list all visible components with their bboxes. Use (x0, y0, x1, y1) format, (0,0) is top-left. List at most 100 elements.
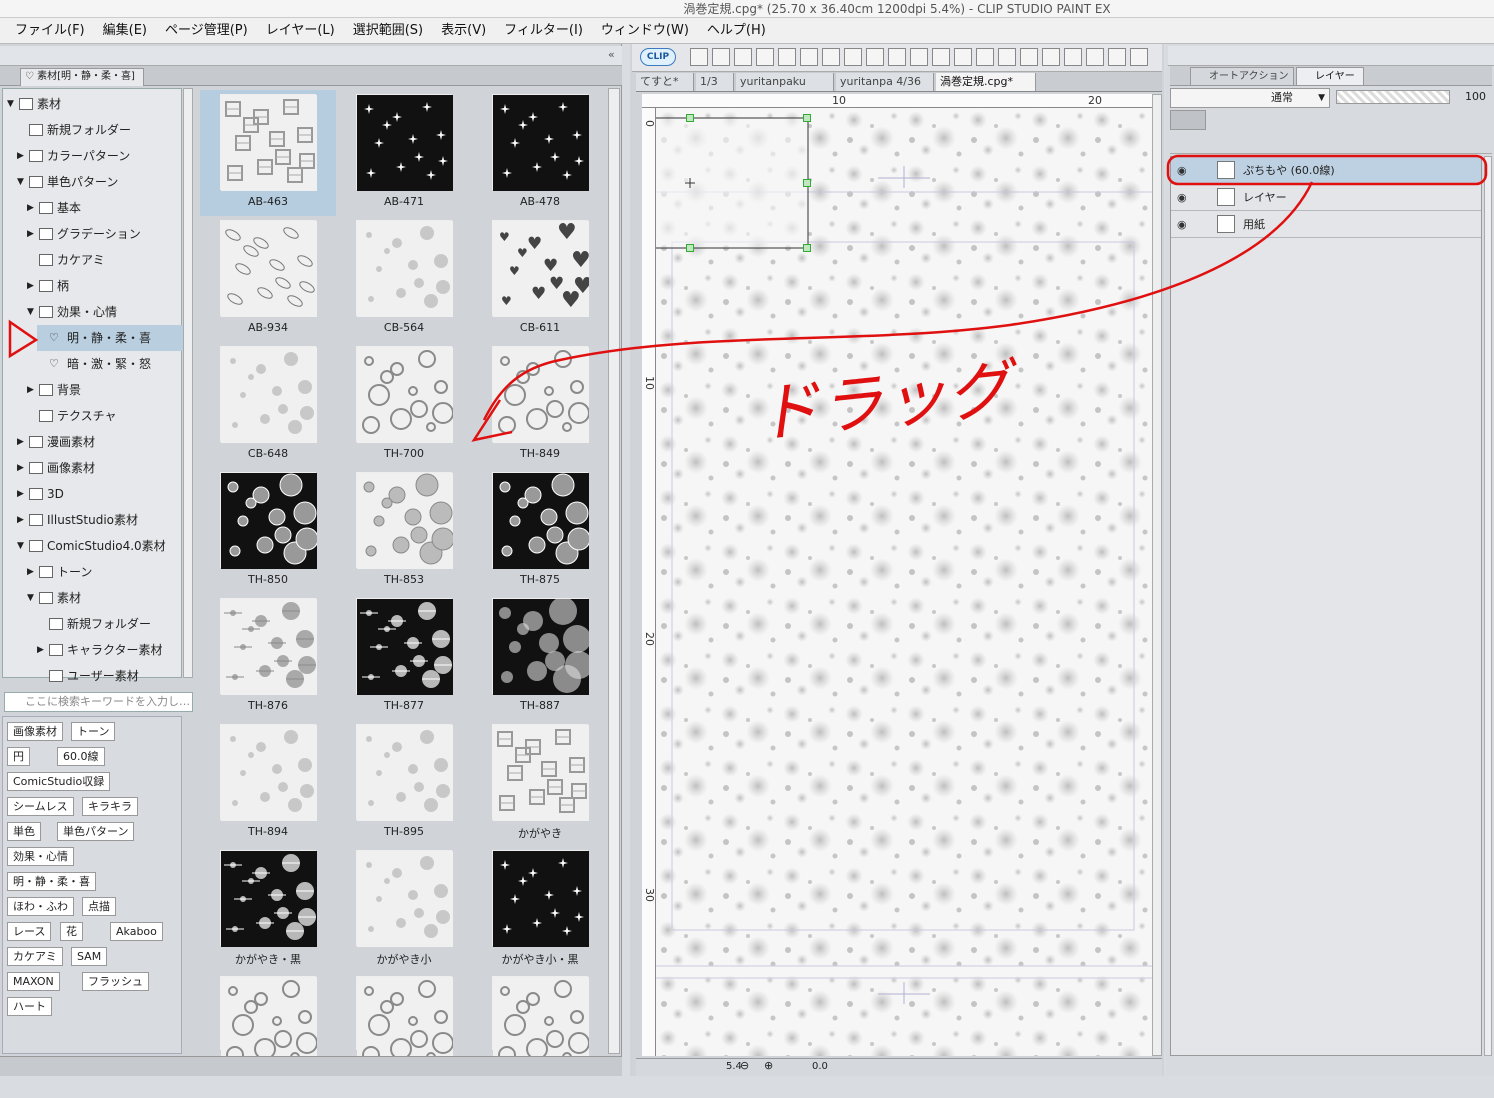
visibility-eye-icon[interactable]: ◉ (1177, 157, 1187, 184)
expand-right-icon[interactable]: ▶ (17, 143, 29, 169)
menu-item[interactable]: 編集(E) (94, 18, 156, 44)
material-thumbnail[interactable]: TH-876 (200, 594, 336, 720)
material-thumbnail[interactable]: TH-853 (336, 468, 472, 594)
opacity-value[interactable]: 100 (1452, 89, 1486, 105)
menu-item[interactable]: 選択範囲(S) (344, 18, 432, 44)
tag-button[interactable]: 画像素材 (7, 722, 63, 741)
command-button[interactable] (1042, 48, 1060, 66)
material-thumbnail[interactable]: TH-887 (472, 594, 608, 720)
tag-button[interactable]: MAXON (7, 972, 60, 991)
command-button[interactable] (1130, 48, 1148, 66)
material-thumbnail[interactable]: ♥ ♥ ♥ ♥ ♥ ♥ ♥ ♥ ♥ ♥ ♥ ♥ CB-611 (472, 216, 608, 342)
clip-logo-icon[interactable]: CLIP (640, 48, 676, 66)
tree-item[interactable]: ♡ 明・静・柔・喜 (37, 325, 183, 351)
material-thumbnail[interactable]: AB-463 (200, 90, 336, 216)
material-thumbnail[interactable] (472, 972, 608, 1098)
expand-down-icon[interactable]: ▼ (17, 169, 29, 195)
document-tab[interactable]: yuritanpa 4/36 (836, 73, 934, 91)
material-thumbnail[interactable]: AB-478 (472, 90, 608, 216)
command-button[interactable] (778, 48, 796, 66)
command-button[interactable] (910, 48, 928, 66)
tag-button[interactable]: キラキラ (82, 797, 138, 816)
expand-right-icon[interactable]: ▶ (27, 195, 39, 221)
tag-button[interactable]: 60.0線 (57, 747, 105, 766)
menu-item[interactable]: 表示(V) (432, 18, 495, 44)
expand-right-icon[interactable]: ▶ (27, 559, 39, 585)
layer-row[interactable]: ◉ ぷちもや (60.0線) (1171, 157, 1481, 184)
tree-item[interactable]: ▶ カラーパターン (17, 143, 183, 169)
tree-item[interactable]: 新規フォルダー (37, 611, 183, 637)
material-thumbnail[interactable] (336, 972, 472, 1098)
layer-row[interactable]: ◉ レイヤー (1171, 184, 1481, 211)
command-button[interactable] (712, 48, 730, 66)
opacity-slider[interactable] (1336, 90, 1450, 104)
expand-right-icon[interactable]: ▶ (17, 481, 29, 507)
tag-button[interactable]: 明・静・柔・喜 (7, 872, 96, 891)
tree-item[interactable]: ▼ 素材 (7, 91, 183, 117)
tag-button[interactable]: SAM (71, 947, 108, 966)
material-thumbnail[interactable]: かがやき・黒 (200, 846, 336, 972)
command-button[interactable] (932, 48, 950, 66)
layer-scrollbar[interactable] (1484, 156, 1492, 1056)
tag-button[interactable]: トーン (71, 722, 116, 741)
tree-item[interactable]: ▶ IllustStudio素材 (17, 507, 183, 533)
command-button[interactable] (888, 48, 906, 66)
handle-icon[interactable] (686, 114, 694, 122)
tag-button[interactable]: カケアミ (7, 947, 63, 966)
visibility-eye-icon[interactable]: ◉ (1177, 184, 1187, 211)
command-button[interactable] (690, 48, 708, 66)
expand-right-icon[interactable]: ▶ (17, 455, 29, 481)
document-tab[interactable]: 渦巻定規.cpg* (936, 73, 1036, 91)
tree-item[interactable]: ▶ グラデーション (27, 221, 183, 247)
command-button[interactable] (1086, 48, 1104, 66)
canvas[interactable] (656, 108, 1152, 1056)
menu-item[interactable]: ウィンドウ(W) (592, 18, 698, 44)
layer-panel-tab[interactable]: オートアクション (1190, 67, 1294, 85)
command-button[interactable] (998, 48, 1016, 66)
command-button[interactable] (756, 48, 774, 66)
tree-item[interactable]: ▶ 画像素材 (17, 455, 183, 481)
handle-icon[interactable] (686, 244, 694, 252)
material-thumbnail[interactable]: TH-849 (472, 342, 608, 468)
expand-right-icon[interactable]: ▶ (17, 429, 29, 455)
tag-button[interactable]: ほわ・ふわ (7, 897, 74, 916)
tag-button[interactable]: ハート (7, 997, 52, 1016)
expand-down-icon[interactable]: ▼ (17, 533, 29, 559)
tree-item[interactable]: ▶ トーン (27, 559, 183, 585)
tag-button[interactable]: シームレス (7, 797, 74, 816)
tag-button[interactable]: 単色 (7, 822, 41, 841)
tag-button[interactable]: Akaboo (110, 922, 163, 941)
angle-value[interactable]: 0.0 (812, 1061, 828, 1072)
thumbnail-scrollbar[interactable] (608, 88, 620, 1054)
command-button[interactable] (1020, 48, 1038, 66)
material-thumbnail[interactable]: TH-700 (336, 342, 472, 468)
material-thumbnail[interactable]: TH-894 (200, 720, 336, 846)
tag-button[interactable]: 点描 (82, 897, 116, 916)
tree-item[interactable]: ▼ 効果・心情 (27, 299, 183, 325)
tree-item[interactable]: ▶ キャラクター素材 (37, 637, 183, 663)
menu-item[interactable]: フィルター(I) (495, 18, 592, 44)
material-thumbnail[interactable]: TH-850 (200, 468, 336, 594)
tree-item[interactable]: ユーザー素材 (37, 663, 183, 689)
tree-scrollbar[interactable] (183, 88, 193, 678)
tag-button[interactable]: 花 (60, 922, 83, 941)
canvas-vertical-scrollbar[interactable] (1152, 94, 1162, 1056)
tree-item[interactable]: ▶ 背景 (27, 377, 183, 403)
document-tab[interactable]: 1/3 (696, 73, 734, 91)
tag-button[interactable]: 円 (7, 747, 30, 766)
command-button[interactable] (1064, 48, 1082, 66)
expand-down-icon[interactable]: ▼ (27, 585, 39, 611)
material-thumbnail[interactable]: かがやき (472, 720, 608, 846)
zoom-out-icon[interactable]: ⊖ (740, 1059, 749, 1072)
tree-item[interactable]: テクスチャ (27, 403, 183, 429)
expand-right-icon[interactable]: ▶ (27, 377, 39, 403)
expand-right-icon[interactable]: ▶ (27, 273, 39, 299)
command-button[interactable] (844, 48, 862, 66)
layer-panel-tab[interactable]: レイヤー (1296, 67, 1364, 85)
tree-item[interactable]: ▶ 3D (17, 481, 183, 507)
expand-right-icon[interactable]: ▶ (27, 221, 39, 247)
tree-item[interactable]: カケアミ (27, 247, 183, 273)
expand-right-icon[interactable]: ▶ (17, 507, 29, 533)
material-thumbnail[interactable]: CB-564 (336, 216, 472, 342)
material-thumbnail[interactable]: AB-934 (200, 216, 336, 342)
